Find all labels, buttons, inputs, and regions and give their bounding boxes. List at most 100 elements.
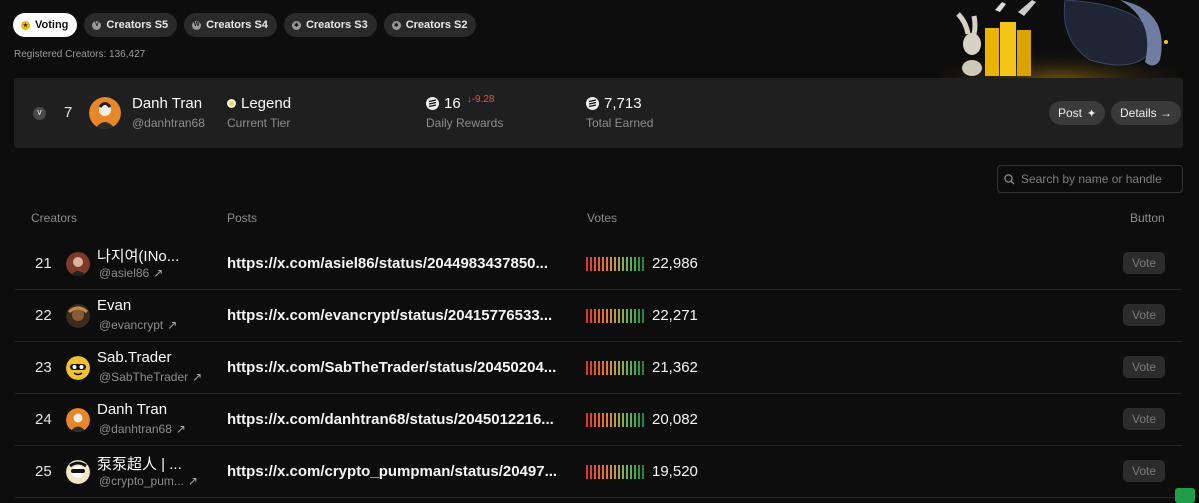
post-link[interactable]: https://x.com/SabTheTrader/status/204502… <box>227 359 556 376</box>
avatar[interactable] <box>66 356 90 380</box>
external-link-icon: ↗ <box>175 422 186 436</box>
column-header-button: Button <box>1130 211 1165 225</box>
tab-creators-s3[interactable]: ✱ Creators S3 <box>283 13 377 37</box>
vote-count: 22,271 <box>652 307 698 324</box>
tier-stat: Legend Current Tier <box>227 95 291 130</box>
vote-bar-tick <box>594 465 596 479</box>
vote-bar-tick <box>634 309 636 323</box>
vote-bar-tick <box>618 257 620 271</box>
table-row: 21 나지여(INo... @asiel86 ↗ https://x.com/as… <box>15 238 1182 290</box>
row-rank: 25 <box>35 463 52 480</box>
avatar[interactable] <box>66 460 90 484</box>
token-icon <box>586 97 599 110</box>
sparkle-icon: ✦ <box>1087 107 1097 120</box>
vote-bar-tick <box>594 257 596 271</box>
creator-handle-link[interactable]: @asiel86 ↗ <box>99 266 163 280</box>
search-input[interactable] <box>1021 172 1181 186</box>
external-link-icon: ↗ <box>167 318 178 332</box>
vote-bar-tick <box>606 309 608 323</box>
vote-button[interactable]: Vote <box>1123 460 1165 482</box>
tab-creators-s5[interactable]: V Creators S5 <box>84 13 178 37</box>
avatar <box>89 97 121 129</box>
hero-illustration <box>940 0 1180 80</box>
token-icon: V <box>92 20 102 30</box>
vote-bar-tick <box>610 413 612 427</box>
post-link[interactable]: https://x.com/asiel86/status/20449834378… <box>227 255 548 272</box>
vote-bar-tick <box>614 413 616 427</box>
tab-label: Creators S5 <box>106 19 169 31</box>
search-icon <box>1004 173 1015 184</box>
creator-handle-link[interactable]: @SabTheTrader ↗ <box>99 370 202 384</box>
search-box[interactable] <box>997 165 1183 193</box>
vote-bar-tick <box>638 309 640 323</box>
creator-handle: @evancrypt <box>99 318 164 332</box>
creator-handle-link[interactable]: @danhtran68 ↗ <box>99 422 186 436</box>
tab-voting[interactable]: ★ Voting <box>13 13 78 37</box>
avatar[interactable] <box>66 304 90 328</box>
vote-bar-tick <box>630 257 632 271</box>
tier-label: Current Tier <box>227 116 291 130</box>
vote-bar-tick <box>634 257 636 271</box>
creator-name: Danh Tran <box>97 401 168 418</box>
creator-handle: @asiel86 <box>99 266 150 280</box>
widget-icon[interactable] <box>1175 488 1195 503</box>
vote-strength-bar <box>586 257 644 271</box>
vote-bar-tick <box>598 361 600 375</box>
total-earned-stat: 7,713 Total Earned <box>586 95 653 130</box>
vote-bar-tick <box>626 257 628 271</box>
vote-button[interactable]: Vote <box>1123 356 1165 378</box>
token-icon: ✱ <box>291 20 301 30</box>
vote-bar-tick <box>602 413 604 427</box>
vote-button[interactable]: Vote <box>1123 408 1165 430</box>
tab-label: Voting <box>35 19 69 31</box>
creator-handle-link[interactable]: @crypto_pum... ↗ <box>99 474 198 488</box>
vote-bar-tick <box>638 361 640 375</box>
vote-bar-tick <box>594 361 596 375</box>
vote-bar-tick <box>626 413 628 427</box>
vote-bar-tick <box>634 361 636 375</box>
post-button[interactable]: Post ✦ <box>1049 101 1106 125</box>
vote-bar-tick <box>618 465 620 479</box>
row-rank: 23 <box>35 359 52 376</box>
tab-creators-s4[interactable]: W Creators S4 <box>184 13 277 37</box>
avatar[interactable] <box>66 408 90 432</box>
vote-count: 22,986 <box>652 255 698 272</box>
post-link[interactable]: https://x.com/evancrypt/status/204157765… <box>227 307 552 324</box>
tab-label: Creators S2 <box>405 19 468 31</box>
table-row: 23 Sab.Trader @SabTheTrader ↗ https://x.c… <box>15 342 1182 394</box>
vote-count: 21,362 <box>652 359 698 376</box>
token-icon <box>426 97 439 110</box>
vote-bar-tick <box>606 413 608 427</box>
post-link[interactable]: https://x.com/crypto_pumpman/status/2049… <box>227 463 557 480</box>
vote-bar-tick <box>638 465 640 479</box>
vote-bar-tick <box>586 413 588 427</box>
tab-label: Creators S4 <box>206 19 268 31</box>
avatar[interactable] <box>66 252 90 276</box>
vote-bar-tick <box>598 465 600 479</box>
my-rank: 7 <box>64 104 73 121</box>
tab-creators-s2[interactable]: ✱ Creators S2 <box>383 13 477 37</box>
creator-handle: @crypto_pum... <box>99 474 184 488</box>
vote-bar-tick <box>642 413 644 427</box>
creator-handle-link[interactable]: @evancrypt ↗ <box>99 318 177 332</box>
vote-bar-tick <box>614 309 616 323</box>
vote-bar-tick <box>590 465 592 479</box>
row-rank: 21 <box>35 255 52 272</box>
vote-bar-tick <box>630 361 632 375</box>
post-link[interactable]: https://x.com/danhtran68/status/20450122… <box>227 411 554 428</box>
vote-bar-tick <box>630 413 632 427</box>
vote-bar-tick <box>590 413 592 427</box>
vote-bar-tick <box>634 413 636 427</box>
tab-label: Creators S3 <box>305 19 368 31</box>
details-button[interactable]: Details → <box>1111 101 1182 125</box>
vote-bar-tick <box>610 465 612 479</box>
vote-button[interactable]: Vote <box>1123 252 1165 274</box>
vote-bar-tick <box>626 309 628 323</box>
vote-bar-tick <box>622 465 624 479</box>
vote-bar-tick <box>618 309 620 323</box>
token-icon: ✱ <box>391 20 401 30</box>
row-rank: 22 <box>35 307 52 324</box>
daily-rewards-delta: ↓-9.28 <box>466 94 495 105</box>
vote-button[interactable]: Vote <box>1123 304 1165 326</box>
external-link-icon: ↗ <box>153 266 164 280</box>
